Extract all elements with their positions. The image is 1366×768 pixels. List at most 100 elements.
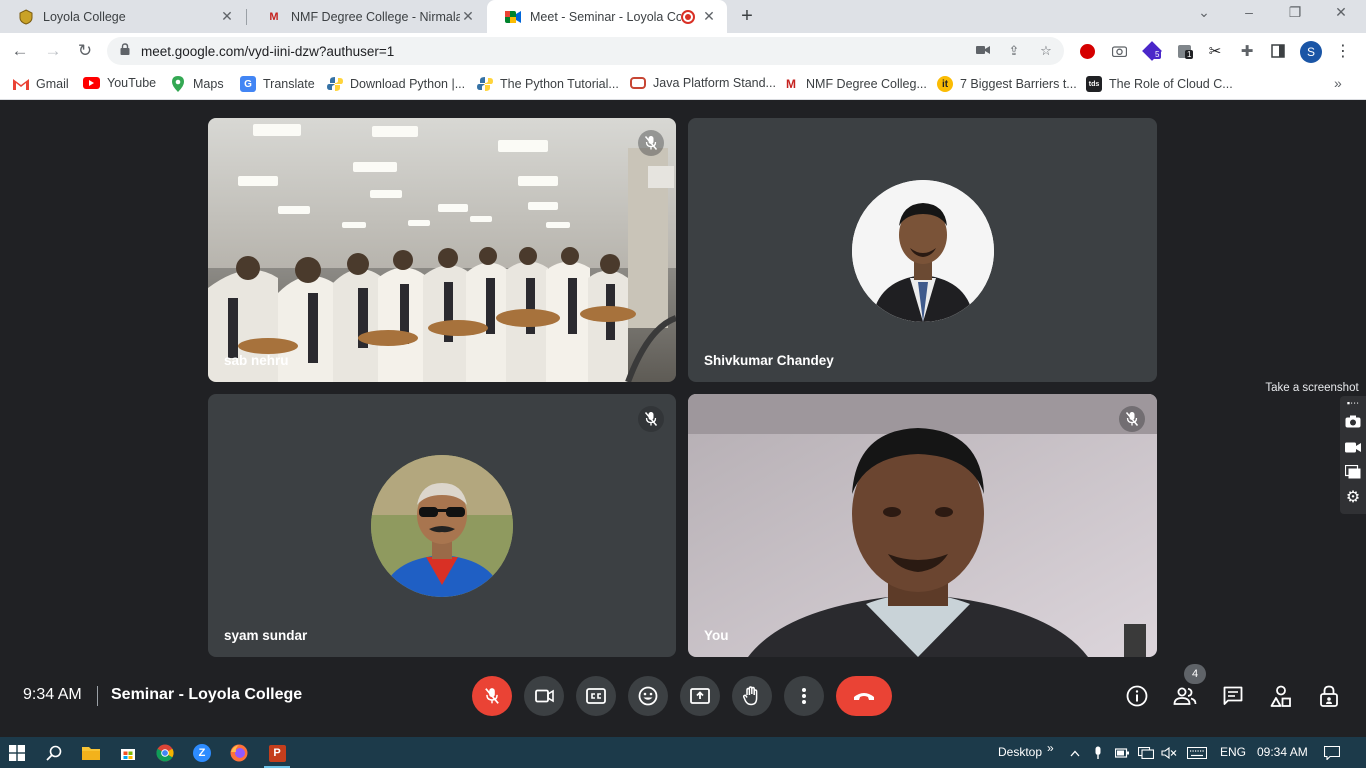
reactions-button[interactable] — [628, 676, 668, 716]
toolbar-expand-icon[interactable]: » — [1047, 741, 1054, 755]
bookmark-youtube[interactable]: YouTube — [83, 76, 156, 90]
powerpoint-icon[interactable]: P — [266, 742, 288, 764]
restore-icon[interactable]: ❐ — [1284, 4, 1306, 21]
search-icon[interactable] — [43, 742, 65, 764]
bookmark-maps[interactable]: Maps — [170, 76, 224, 92]
bookmark-role-of-cloud[interactable]: tds The Role of Cloud C... — [1086, 76, 1233, 92]
camera-capture-icon[interactable] — [1344, 412, 1362, 430]
bookmark-gmail[interactable]: Gmail — [13, 76, 69, 92]
tab-title: Loyola College — [43, 9, 126, 24]
tab-title: NMF Degree College - Nirmala M — [291, 9, 460, 24]
purple-extension-icon[interactable]: 5 — [1142, 41, 1162, 61]
tab-loyola-college[interactable]: Loyola College ✕ — [0, 0, 245, 33]
bookmark-label: The Python Tutorial... — [500, 77, 619, 91]
opera-extension-icon[interactable] — [1077, 41, 1097, 61]
bookmark-star-icon[interactable]: ☆ — [1038, 43, 1054, 59]
extensions-puzzle-icon[interactable]: ✚ — [1237, 41, 1257, 61]
video-record-icon[interactable] — [1344, 438, 1362, 456]
participant-tile[interactable]: Shivkumar Chandey — [688, 118, 1157, 382]
present-icon — [690, 688, 710, 704]
mic-off-icon — [638, 406, 664, 432]
lock-person-icon — [1320, 685, 1338, 707]
clapper-extension-icon[interactable]: ✂ — [1205, 41, 1225, 61]
meeting-clock: 9:34 AM — [23, 686, 82, 703]
new-tab-icon[interactable]: + — [736, 5, 758, 28]
settings-gear-icon[interactable]: ⚙ — [1344, 488, 1362, 506]
windows-start-icon[interactable] — [6, 742, 28, 764]
forward-icon[interactable]: → — [42, 40, 64, 62]
bookmark-label: Translate — [263, 77, 315, 91]
system-clock[interactable]: 09:34 AM — [1257, 745, 1308, 759]
participant-tile[interactable]: syam sundar — [208, 394, 676, 657]
microsoft-store-icon[interactable] — [117, 742, 139, 764]
chrome-menu-icon[interactable]: ⋮ — [1333, 41, 1353, 61]
share-icon[interactable]: ⇪ — [1006, 43, 1022, 59]
camera-icon — [534, 689, 554, 703]
profile-avatar[interactable]: S — [1300, 41, 1322, 63]
network-tray-icon[interactable] — [1135, 742, 1157, 764]
classroom-video-feed — [208, 118, 676, 382]
chat-button[interactable] — [1219, 682, 1247, 710]
translate-icon: G — [240, 76, 256, 92]
bookmark-biggest-barriers[interactable]: it 7 Biggest Barriers t... — [937, 76, 1077, 92]
bookmark-label: NMF Degree Colleg... — [806, 77, 927, 91]
chrome-taskbar-icon[interactable] — [154, 742, 176, 764]
volume-muted-icon[interactable] — [1158, 742, 1180, 764]
leave-call-button[interactable] — [836, 676, 892, 716]
microphone-tray-icon[interactable] — [1087, 742, 1109, 764]
bookmark-nmf-degree-college[interactable]: M NMF Degree Colleg... — [783, 76, 927, 92]
window-close-icon[interactable]: ✕ — [1330, 4, 1352, 21]
close-icon[interactable]: ✕ — [460, 8, 476, 25]
file-explorer-icon[interactable] — [80, 742, 102, 764]
more-dots-icon[interactable]: ▪⋯ — [1344, 398, 1362, 408]
puzzle-box-extension-icon[interactable]: 1 — [1174, 41, 1194, 61]
more-options-button[interactable] — [784, 676, 824, 716]
minimize-icon[interactable]: – — [1238, 4, 1260, 20]
meeting-details-button[interactable] — [1123, 682, 1151, 710]
tab-nmf-degree-college[interactable]: M NMF Degree College - Nirmala M ✕ — [248, 0, 486, 33]
captions-button[interactable] — [576, 676, 616, 716]
windows-capture-icon[interactable] — [1344, 463, 1362, 481]
bookmark-label: The Role of Cloud C... — [1109, 77, 1233, 91]
bookmarks-bar: Gmail YouTube Maps G Translate Download P… — [0, 69, 1366, 100]
nmf-favicon-icon: M — [786, 77, 796, 91]
present-screen-button[interactable] — [680, 676, 720, 716]
close-icon[interactable]: ✕ — [701, 8, 717, 25]
tab-meet-seminar[interactable]: Meet - Seminar - Loyola Coll ✕ — [487, 0, 727, 33]
bookmark-download-python[interactable]: Download Python |... — [327, 76, 465, 92]
zoom-app-icon[interactable]: Z — [191, 742, 213, 764]
touch-keyboard-icon[interactable] — [1186, 742, 1208, 764]
desktop-toolbar-label[interactable]: Desktop — [998, 745, 1042, 759]
maps-pin-icon — [170, 76, 186, 92]
camera-extension-icon[interactable] — [1109, 41, 1129, 61]
action-center-icon[interactable] — [1321, 742, 1343, 764]
side-panel-icon[interactable] — [1268, 41, 1288, 61]
bookmark-translate[interactable]: G Translate — [240, 76, 315, 92]
reload-icon[interactable]: ↻ — [74, 40, 96, 62]
battery-tray-icon[interactable] — [1111, 742, 1133, 764]
firefox-icon[interactable] — [228, 742, 250, 764]
address-bar[interactable]: meet.google.com/vyd-iini-dzw?authuser=1 … — [107, 37, 1064, 65]
divider — [97, 686, 98, 706]
python-icon — [477, 76, 493, 92]
people-button[interactable] — [1171, 682, 1199, 710]
tab-title: Meet - Seminar - Loyola Coll — [530, 9, 681, 24]
raise-hand-button[interactable] — [732, 676, 772, 716]
close-icon[interactable]: ✕ — [219, 8, 235, 25]
back-icon[interactable]: ← — [9, 40, 31, 62]
tab-search-icon[interactable]: ⌄ — [1193, 4, 1215, 21]
show-hidden-icons-chevron-icon[interactable] — [1064, 742, 1086, 764]
meet-favicon-icon — [505, 9, 521, 25]
host-controls-button[interactable] — [1315, 682, 1343, 710]
participant-name: Shivkumar Chandey — [704, 353, 834, 368]
bookmark-java-platform[interactable]: Java Platform Stand... — [630, 76, 776, 90]
participant-tile[interactable]: sab nehru — [208, 118, 676, 382]
participant-tile[interactable]: You — [688, 394, 1157, 657]
camera-in-use-icon[interactable] — [975, 43, 991, 59]
mic-toggle-button[interactable] — [472, 676, 512, 716]
camera-toggle-button[interactable] — [524, 676, 564, 716]
activities-button[interactable] — [1267, 682, 1295, 710]
input-language-indicator[interactable]: ENG — [1220, 745, 1246, 759]
bookmark-python-tutorial[interactable]: The Python Tutorial... — [477, 76, 619, 92]
more-bookmarks-icon[interactable]: » — [1334, 75, 1342, 91]
